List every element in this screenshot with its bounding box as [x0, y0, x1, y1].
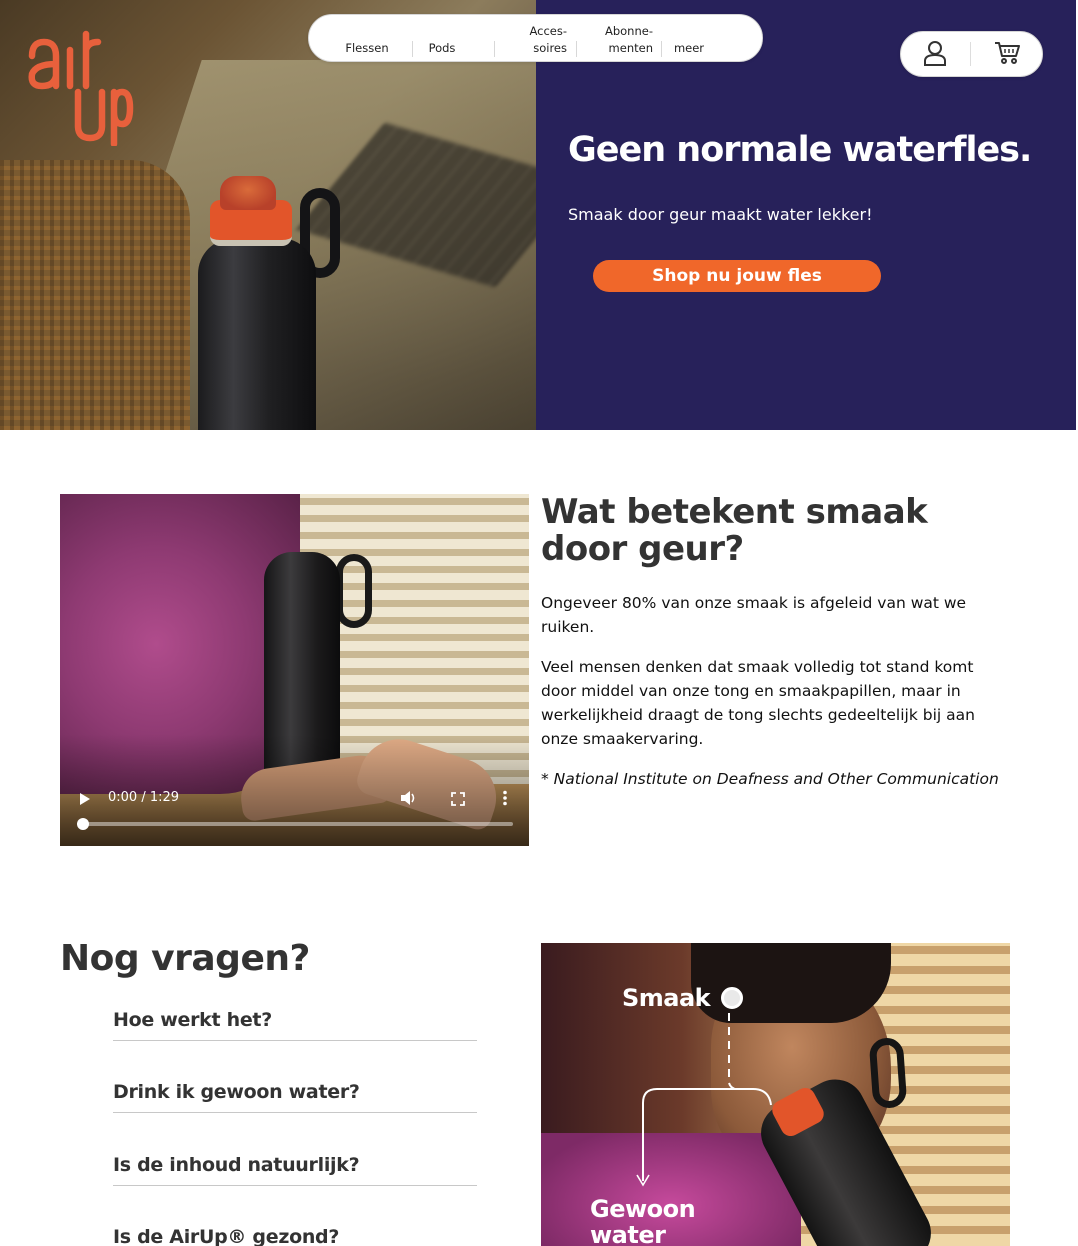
shop-now-button[interactable]: Shop nu jouw fles: [593, 260, 881, 292]
nav-item-flessen[interactable]: Flessen: [329, 23, 405, 57]
nav-label: Flessen: [345, 41, 389, 55]
faq-question: Is de AirUp® gezond?: [113, 1226, 340, 1246]
nav-item-pods[interactable]: Pods: [415, 23, 469, 57]
video-scrubber[interactable]: [77, 818, 89, 830]
nav-label: Acces-: [529, 24, 567, 38]
main-nav: Flessen Pods Acces- soires Abonne- mente…: [308, 14, 763, 62]
account-cart-pill: [900, 31, 1043, 77]
nav-divider: [494, 41, 495, 57]
airup-bottle: [196, 176, 340, 430]
fullscreen-icon: [451, 791, 465, 810]
nav-label: Abonne-: [604, 24, 653, 38]
faq-question: Is de inhoud natuurlijk?: [113, 1154, 360, 1176]
faq-item[interactable]: Hoe werkt het?: [113, 1009, 477, 1041]
source-note: * National Institute on Deafness and Oth…: [541, 770, 999, 788]
section-title: Wat betekent smaak door geur?: [541, 492, 928, 569]
volume-button[interactable]: [400, 790, 418, 810]
hero-title: Geen normale waterfles.: [568, 130, 1032, 170]
pill-divider: [970, 42, 971, 66]
faq-item[interactable]: Is de AirUp® gezond?: [113, 1226, 477, 1246]
info-paragraph: Veel mensen denken dat smaak volledig to…: [541, 658, 975, 748]
faq-title: Nog vragen?: [60, 938, 310, 979]
nav-label: menten: [608, 41, 653, 55]
illustration-label-water: Gewoon water: [590, 1195, 696, 1246]
nav-divider: [661, 41, 662, 57]
nav-label: soires: [533, 41, 567, 55]
airup-logo[interactable]: [26, 28, 136, 148]
cart-button[interactable]: [990, 38, 1024, 72]
play-icon: [78, 791, 92, 810]
faq-question: Drink ik gewoon water?: [113, 1081, 360, 1103]
more-options-button[interactable]: [502, 790, 508, 810]
faq-question: Hoe werkt het?: [113, 1009, 272, 1031]
nav-label: meer: [673, 41, 705, 55]
fullscreen-button[interactable]: [451, 791, 465, 810]
info-paragraph: Ongeveer 80% van onze smaak is afgeleid …: [541, 594, 967, 636]
illustration-label-smaak: Smaak: [622, 984, 711, 1012]
smell-marker-dot: [721, 987, 743, 1009]
volume-icon: [400, 791, 418, 810]
cart-icon: [993, 40, 1021, 70]
more-vertical-icon: [502, 790, 508, 810]
nav-item-abonnementen[interactable]: Abonne- menten: [581, 23, 653, 57]
nav-item-meer[interactable]: meer: [665, 23, 713, 57]
nav-divider: [412, 41, 413, 57]
nav-item-accessoires[interactable]: Acces- soires: [503, 23, 567, 57]
account-button[interactable]: [918, 38, 952, 72]
faq-item[interactable]: Is de inhoud natuurlijk?: [113, 1154, 477, 1186]
play-button[interactable]: [78, 791, 92, 810]
video-time: 0:00 / 1:29: [108, 790, 180, 805]
hero-subtitle: Smaak door geur maakt water lekker!: [568, 205, 873, 224]
nav-label: Pods: [428, 41, 456, 55]
nav-divider: [576, 41, 577, 57]
faq-item[interactable]: Drink ik gewoon water?: [113, 1081, 477, 1113]
video-progress-bar[interactable]: [82, 822, 513, 826]
user-icon: [922, 39, 948, 71]
